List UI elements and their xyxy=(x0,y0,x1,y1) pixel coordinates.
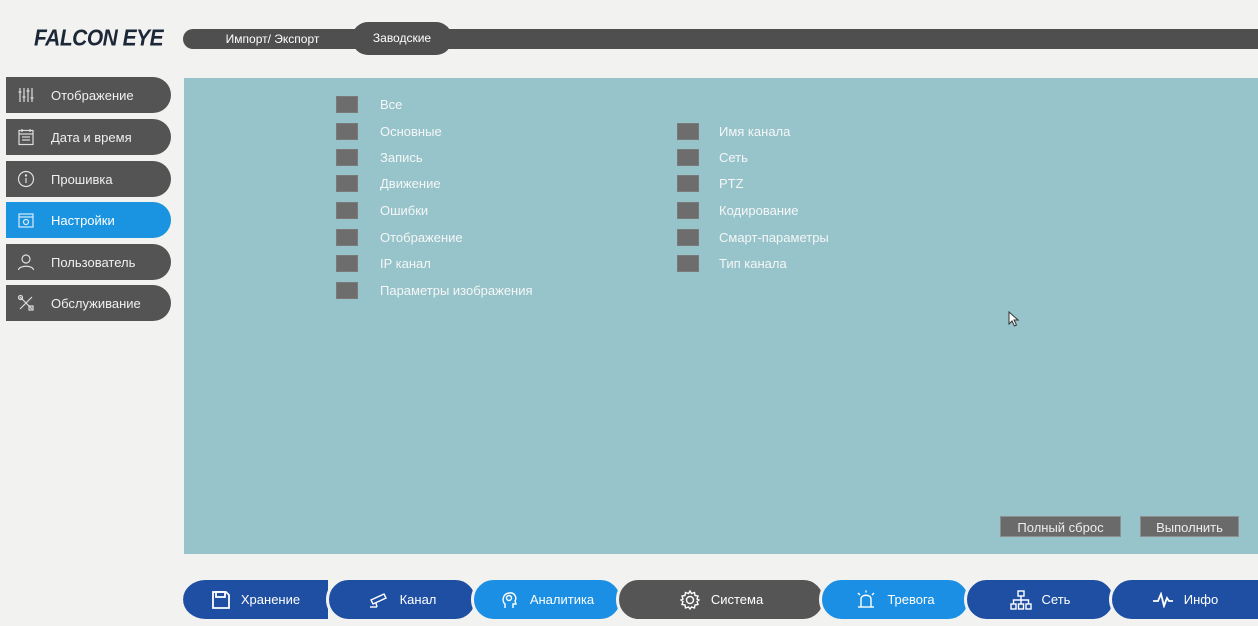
nav-system[interactable]: Система xyxy=(616,577,826,622)
checkbox-image-params[interactable] xyxy=(336,282,358,299)
nav-network[interactable]: Сеть xyxy=(964,577,1116,622)
mouse-cursor-icon xyxy=(1008,310,1020,332)
nav-storage[interactable]: Хранение xyxy=(183,577,331,622)
sidebar-item-settings[interactable]: Настройки xyxy=(6,202,171,238)
alarm-icon xyxy=(857,590,875,608)
sidebar-item-label: Пользователь xyxy=(51,254,136,270)
apply-button[interactable]: Выполнить xyxy=(1140,516,1239,537)
sidebar-item-display[interactable]: Отображение xyxy=(6,77,171,113)
sidebar-item-user[interactable]: Пользователь xyxy=(6,244,171,280)
checkbox-display[interactable] xyxy=(336,229,358,246)
nav-label: Тревога xyxy=(887,592,935,607)
nav-label: Сеть xyxy=(1041,592,1071,607)
checkbox-label: Имя канала xyxy=(719,124,791,139)
checkbox-ip-channel[interactable] xyxy=(336,255,358,272)
checkbox-record[interactable] xyxy=(336,149,358,166)
settings-folder-icon xyxy=(16,210,36,230)
calendar-icon xyxy=(16,127,36,147)
checkbox-label: Сеть xyxy=(719,150,748,165)
nav-analytics[interactable]: Аналитика xyxy=(471,577,623,622)
tab-import-export[interactable]: Импорт/ Экспорт xyxy=(195,29,350,49)
checkbox-channel-name[interactable] xyxy=(677,123,699,140)
nav-channel[interactable]: Канал xyxy=(326,577,478,622)
checkbox-smart-params[interactable] xyxy=(677,229,699,246)
network-icon xyxy=(1009,589,1032,610)
checkbox-label: Основные xyxy=(380,124,442,139)
falcon-eye-logo: FALCON EYE xyxy=(34,26,164,51)
checkbox-label: Движение xyxy=(380,176,441,191)
sidebar-item-firmware[interactable]: Прошивка xyxy=(6,161,171,197)
sidebar-item-maintenance[interactable]: Обслуживание xyxy=(6,285,171,321)
tools-icon xyxy=(16,293,36,313)
sidebar-item-label: Дата и время xyxy=(51,129,132,145)
pulse-icon xyxy=(1152,591,1173,608)
checkbox-ptz[interactable] xyxy=(677,175,699,192)
sidebar-item-date-time[interactable]: Дата и время xyxy=(6,119,171,155)
nav-label: Аналитика xyxy=(529,592,595,607)
floppy-icon xyxy=(211,590,230,609)
nav-info[interactable]: Инфо xyxy=(1109,577,1258,622)
sliders-icon xyxy=(16,85,36,105)
checkbox-label: Кодирование xyxy=(719,203,799,218)
bottom-nav: Хранение Канал Аналитика Система Тревога… xyxy=(183,577,1258,622)
tab-factory-defaults[interactable]: Заводские xyxy=(352,22,452,55)
checkbox-label: Запись xyxy=(380,150,423,165)
nav-label: Хранение xyxy=(240,592,301,607)
checkbox-label: PTZ xyxy=(719,176,744,191)
camera-icon xyxy=(369,592,387,608)
checkbox-motion[interactable] xyxy=(336,175,358,192)
nav-label: Инфо xyxy=(1183,592,1219,607)
checkbox-errors[interactable] xyxy=(336,202,358,219)
checkbox-network[interactable] xyxy=(677,149,699,166)
analytics-icon xyxy=(502,591,517,608)
checkbox-channel-type[interactable] xyxy=(677,255,699,272)
info-icon xyxy=(16,169,36,189)
sidebar-item-label: Обслуживание xyxy=(51,295,141,311)
user-icon xyxy=(16,252,36,272)
checkbox-label: Ошибки xyxy=(380,203,429,218)
full-reset-button[interactable]: Полный сброс xyxy=(1000,516,1121,537)
sidebar-item-label: Настройки xyxy=(51,212,115,228)
nav-label: Система xyxy=(710,592,764,607)
checkbox-label: IP канал xyxy=(380,256,431,271)
checkbox-general[interactable] xyxy=(336,123,358,140)
gear-icon xyxy=(679,589,701,610)
nav-alarm[interactable]: Тревога xyxy=(819,577,971,622)
checkbox-encoding[interactable] xyxy=(677,202,699,219)
checkbox-label: Все xyxy=(380,97,403,112)
sidebar-item-label: Прошивка xyxy=(51,171,113,187)
checkbox-all[interactable] xyxy=(336,96,358,113)
checkbox-label: Тип канала xyxy=(719,256,787,271)
nav-label: Канал xyxy=(399,592,437,607)
checkbox-label: Смарт-параметры xyxy=(719,230,829,245)
checkbox-label: Параметры изображения xyxy=(380,283,533,298)
checkbox-label: Отображение xyxy=(380,230,463,245)
sidebar-item-label: Отображение xyxy=(51,87,134,103)
